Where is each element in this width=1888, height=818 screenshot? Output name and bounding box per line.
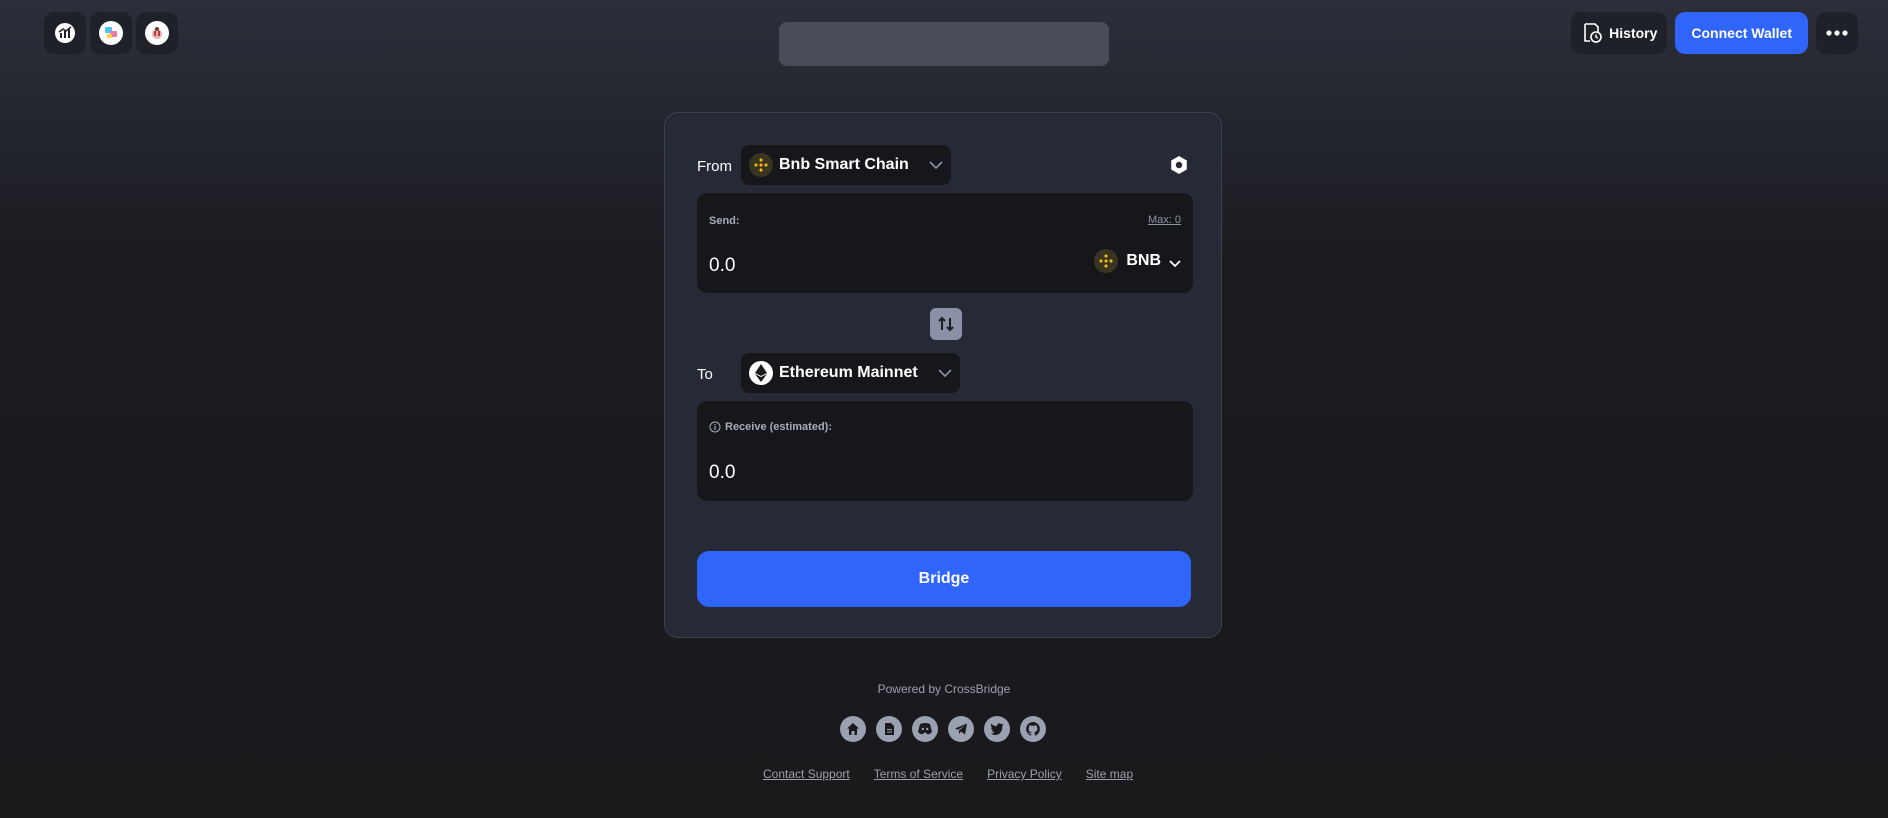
more-button[interactable]	[1816, 12, 1858, 54]
multicolor-app-button[interactable]	[90, 12, 132, 54]
receive-amount: 0.0	[709, 462, 736, 483]
token-selector[interactable]: BNB	[1094, 249, 1181, 273]
info-icon	[709, 421, 721, 433]
multicolor-app-icon	[99, 21, 123, 45]
github-icon[interactable]	[1020, 716, 1046, 742]
contact-support-link[interactable]: Contact Support	[763, 767, 850, 781]
to-chain-name: Ethereum Mainnet	[779, 364, 918, 381]
history-button[interactable]: History	[1571, 12, 1668, 54]
receive-label-row: Receive (estimated):	[709, 421, 832, 433]
to-chain-selector[interactable]: Ethereum Mainnet	[741, 353, 960, 393]
max-link[interactable]: Max: 0	[1148, 214, 1181, 226]
history-icon	[1584, 23, 1602, 43]
site-map-link[interactable]: Site map	[1086, 767, 1133, 781]
header-actions: History Connect Wallet	[1571, 12, 1858, 54]
discord-icon[interactable]	[912, 716, 938, 742]
connect-wallet-button[interactable]: Connect Wallet	[1675, 12, 1808, 54]
from-label: From	[697, 158, 732, 175]
chart-app-button[interactable]	[44, 12, 86, 54]
bridge-card: From Bnb Smart Chain Send: Max: 0 0.0 BN…	[664, 112, 1222, 638]
twitter-icon[interactable]	[984, 716, 1010, 742]
swap-direction-button[interactable]	[930, 308, 962, 340]
terms-of-service-link[interactable]: Terms of Service	[874, 767, 963, 781]
settings-icon[interactable]	[1169, 155, 1189, 175]
token-symbol: BNB	[1126, 252, 1161, 269]
network-banner-placeholder	[779, 22, 1109, 66]
swap-arrows-icon	[938, 316, 954, 332]
chevron-down-icon	[1169, 255, 1181, 273]
chart-app-icon	[55, 23, 75, 43]
powered-by-text: Powered by CrossBridge	[877, 682, 1011, 696]
mascot-app-button[interactable]	[136, 12, 178, 54]
privacy-policy-link[interactable]: Privacy Policy	[987, 767, 1062, 781]
telegram-icon[interactable]	[948, 716, 974, 742]
ethereum-chain-icon	[749, 361, 773, 385]
social-links	[840, 716, 1046, 742]
bnb-chain-icon	[749, 153, 773, 177]
footer-links: Contact Support Terms of Service Privacy…	[763, 767, 1133, 781]
from-chain-selector[interactable]: Bnb Smart Chain	[741, 145, 951, 185]
history-label: History	[1609, 25, 1658, 41]
to-label: To	[697, 366, 713, 383]
docs-icon[interactable]	[876, 716, 902, 742]
send-amount-input[interactable]: 0.0	[709, 255, 735, 277]
home-icon[interactable]	[840, 716, 866, 742]
chevron-down-icon	[938, 369, 952, 377]
chevron-down-icon	[929, 161, 943, 169]
mascot-app-icon	[145, 21, 169, 45]
bnb-token-icon	[1094, 249, 1119, 273]
send-box: Send: Max: 0 0.0 BNB	[697, 193, 1193, 293]
send-label: Send:	[709, 215, 740, 227]
from-chain-name: Bnb Smart Chain	[779, 156, 909, 173]
app-switcher	[44, 12, 178, 54]
bridge-button[interactable]: Bridge	[697, 551, 1191, 607]
more-dots-icon	[1826, 30, 1848, 36]
receive-label: Receive (estimated):	[725, 421, 832, 433]
receive-box: Receive (estimated): 0.0	[697, 401, 1193, 501]
